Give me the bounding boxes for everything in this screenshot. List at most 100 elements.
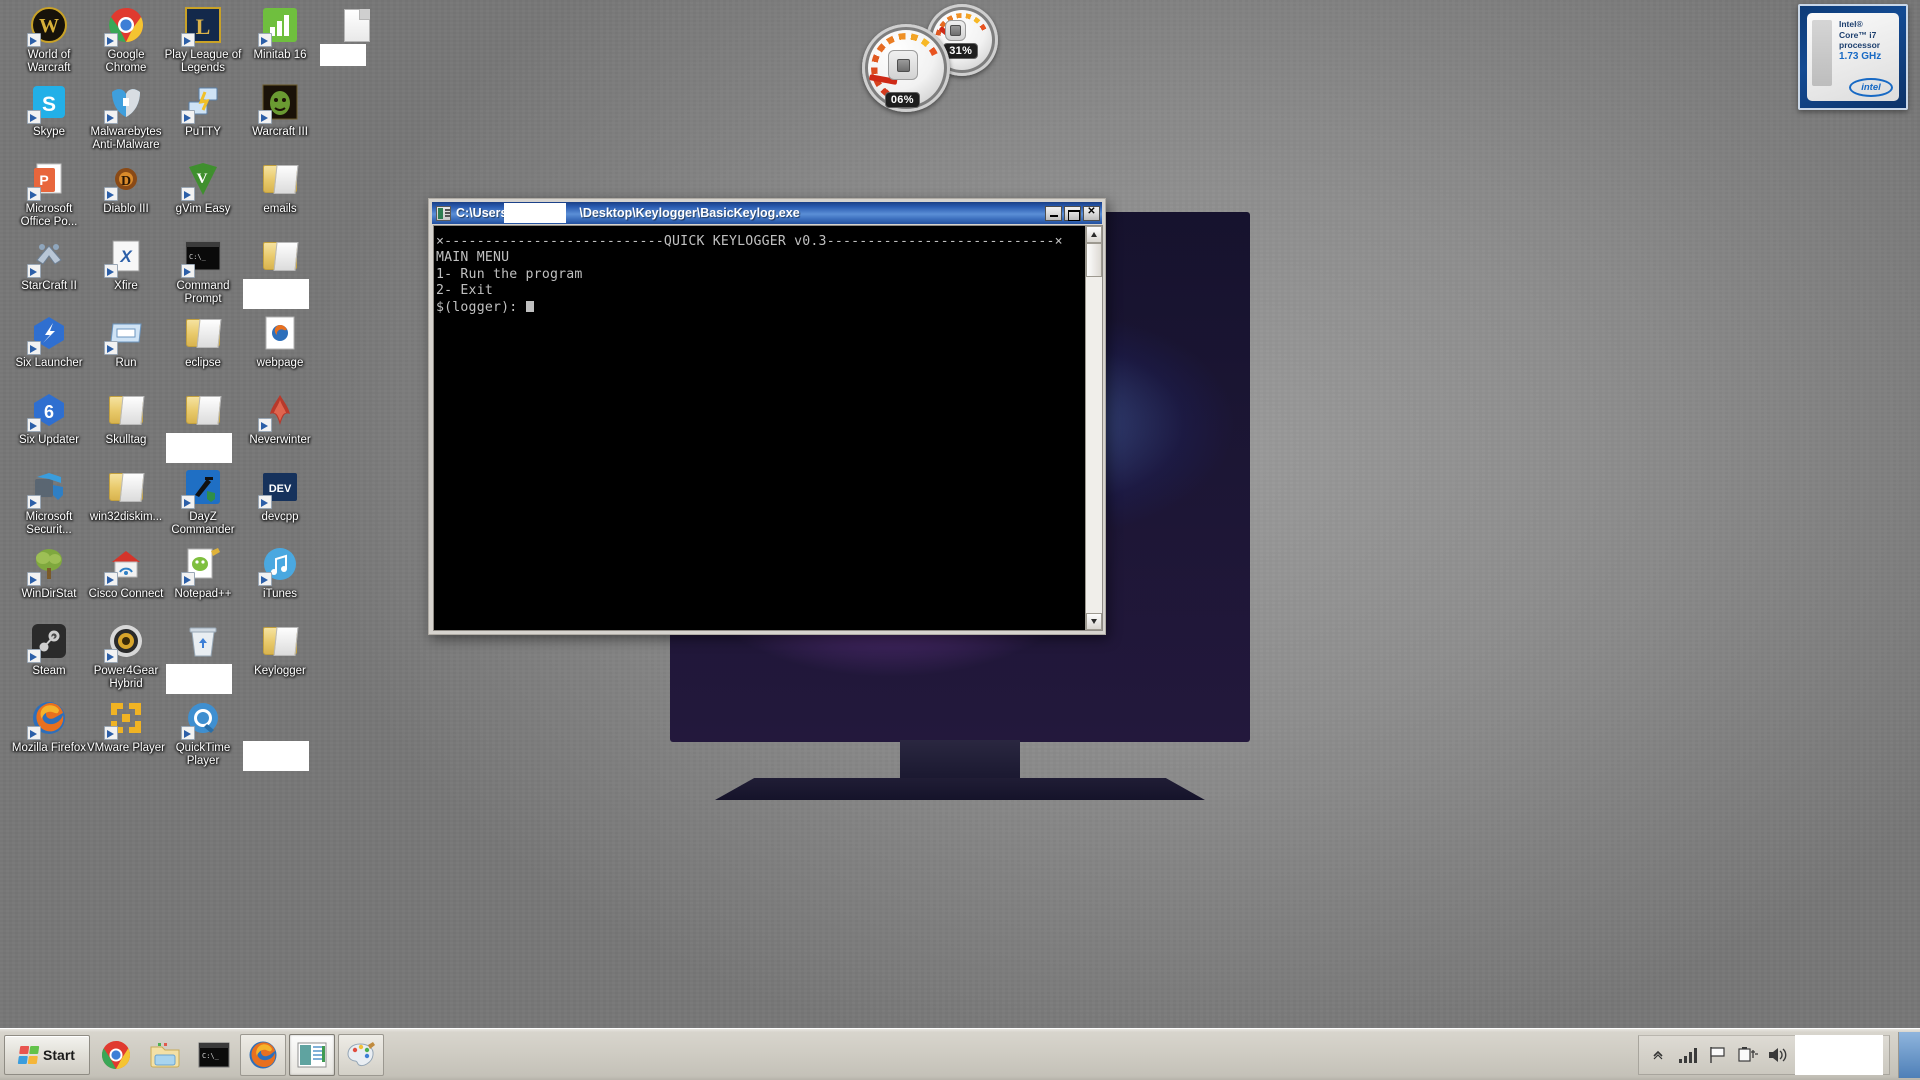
six-launcher-icon — [28, 312, 70, 354]
shortcut-arrow-icon — [27, 187, 41, 201]
console-scrollbar[interactable] — [1085, 226, 1102, 630]
desktop-icon-malwarebytes-anti-malware[interactable]: Malwarebytes Anti-Malware — [87, 81, 165, 151]
desktop-icon-label: Skype — [10, 126, 88, 139]
desktop[interactable]: WWorld of WarcraftGoogle ChromeLPlay Lea… — [0, 0, 1920, 1080]
show-desktop-button[interactable] — [1898, 1032, 1920, 1078]
desktop-icon-neverwinter[interactable]: Neverwinter — [241, 389, 319, 447]
scroll-down-button[interactable] — [1086, 613, 1102, 630]
desktop-icon-dayz-commander[interactable]: DayZ Commander — [164, 466, 242, 536]
cisco-connect-icon — [105, 543, 147, 585]
console-window[interactable]: C:\Users \Desktop\Keylogger\BasicKeylog.… — [428, 198, 1106, 635]
desktop-icon-mozilla-firefox[interactable]: Mozilla Firefox — [10, 697, 88, 755]
scrollbar-track[interactable] — [1086, 243, 1102, 613]
shortcut-arrow-icon — [258, 572, 272, 586]
desktop-icon-putty[interactable]: PuTTY — [164, 81, 242, 139]
console-body[interactable]: ×---------------------------QUICK KEYLOG… — [433, 225, 1103, 631]
scroll-up-button[interactable] — [1086, 226, 1102, 243]
desktop-icon-itunes[interactable]: iTunes — [241, 543, 319, 601]
desktop-icon-run[interactable]: Run — [87, 312, 165, 370]
volume-icon[interactable] — [1765, 1042, 1791, 1068]
cpu-gauge[interactable]: 06% — [862, 24, 950, 112]
network-signal-icon[interactable] — [1675, 1042, 1701, 1068]
start-button-label: Start — [43, 1047, 75, 1063]
desktop-icon-skype[interactable]: SSkype — [10, 81, 88, 139]
desktop-icon-eclipse[interactable]: eclipse — [164, 312, 242, 370]
desktop-icon-emails[interactable]: emails — [241, 158, 319, 216]
scrollbar-thumb[interactable] — [1086, 243, 1102, 277]
desktop-icon-xfire[interactable]: XXfire — [87, 235, 165, 293]
battery-icon[interactable] — [1735, 1042, 1761, 1068]
desktop-icon-microsoft-office-po[interactable]: P Microsoft Office Po... — [10, 158, 88, 228]
window-title-bar[interactable]: C:\Users \Desktop\Keylogger\BasicKeylog.… — [432, 202, 1102, 224]
desktop-icon-label: Mozilla Firefox — [10, 742, 88, 755]
close-button[interactable] — [1083, 206, 1100, 221]
desktop-icon-diablo-iii[interactable]: DDiablo III — [87, 158, 165, 216]
maximize-button[interactable] — [1064, 206, 1081, 221]
desktop-icon-label: eclipse — [164, 357, 242, 370]
desktop-icon-six-updater[interactable]: 6Six Updater — [10, 389, 88, 447]
desktop-icon-play-league-of-legends[interactable]: LPlay League of Legends — [164, 4, 242, 74]
desktop-icon-steam[interactable]: Steam — [10, 620, 88, 678]
desktop-icon-redacted-40[interactable] — [241, 697, 319, 742]
desktop-icon-power4gear-hybrid[interactable]: Power4Gear Hybrid — [87, 620, 165, 690]
desktop-icon-win32diskim[interactable]: win32diskim... — [87, 466, 165, 524]
desktop-icon-starcraft-ii[interactable]: StarCraft II — [10, 235, 88, 293]
explorer-taskbar-icon[interactable] — [142, 1034, 188, 1076]
console-prompt: $(logger): — [436, 300, 526, 315]
desktop-icon-world-of-warcraft[interactable]: WWorld of Warcraft — [10, 4, 88, 74]
paint-taskbar-button[interactable] — [338, 1034, 384, 1076]
label-redaction — [320, 44, 366, 66]
desktop-icon-redacted-35[interactable] — [164, 620, 242, 665]
action-center-flag-icon[interactable] — [1705, 1042, 1731, 1068]
desktop-icon-keylogger[interactable]: Keylogger — [241, 620, 319, 678]
console-cursor — [526, 301, 534, 312]
desktop-icon-quicktime-player[interactable]: QuickTime Player — [164, 697, 242, 767]
label-redaction — [166, 664, 232, 694]
chrome-taskbar-icon[interactable] — [93, 1034, 139, 1076]
resource-meter-gadget[interactable]: 31% 06% — [862, 2, 1014, 112]
desktop-icon-devcpp[interactable]: DEVdevcpp — [241, 466, 319, 524]
shortcut-arrow-icon — [27, 649, 41, 663]
powerpoint-icon: P — [28, 158, 70, 200]
firefox-icon — [28, 697, 70, 739]
start-button[interactable]: Start — [4, 1035, 90, 1075]
starcraft2-icon — [28, 235, 70, 277]
console-line-main-menu: MAIN MENU — [436, 250, 509, 265]
taskbar[interactable]: Start C:\_ — [0, 1028, 1920, 1080]
cpu-sticker-gadget[interactable]: Intel® Core™ i7 processor 1.73 GHz intel — [1798, 4, 1908, 110]
system-tray[interactable] — [1638, 1035, 1890, 1075]
power4gear-icon — [105, 620, 147, 662]
desktop-icon-vmware-player[interactable]: VMware Player — [87, 697, 165, 755]
console-output[interactable]: ×---------------------------QUICK KEYLOG… — [434, 226, 1085, 630]
minitab-icon — [259, 4, 301, 46]
desktop-icon-cisco-connect[interactable]: Cisco Connect — [87, 543, 165, 601]
shortcut-arrow-icon — [181, 187, 195, 201]
svg-text:6: 6 — [44, 402, 54, 422]
desktop-icon-notepad[interactable]: Notepad++ — [164, 543, 242, 601]
command-prompt-taskbar-icon[interactable]: C:\_ — [191, 1034, 237, 1076]
desktop-icon-label: Microsoft Office Po... — [10, 203, 88, 228]
window-title-suffix: \Desktop\Keylogger\BasicKeylog.exe — [579, 206, 799, 220]
show-hidden-icons-icon[interactable] — [1645, 1042, 1671, 1068]
wow-icon: W — [28, 4, 70, 46]
cpu-gauge-hub — [888, 50, 918, 80]
console-taskbar-button[interactable] — [289, 1034, 335, 1076]
command-prompt-icon: C:\_ — [182, 235, 224, 277]
desktop-icon-skulltag[interactable]: Skulltag — [87, 389, 165, 447]
desktop-icon-command-prompt[interactable]: C:\_Command Prompt — [164, 235, 242, 305]
desktop-icon-gvim-easy[interactable]: VgVim Easy — [164, 158, 242, 216]
desktop-icon-webpage[interactable]: webpage — [241, 312, 319, 370]
desktop-icon-redacted-4[interactable] — [318, 4, 396, 49]
desktop-icon-google-chrome[interactable]: Google Chrome — [87, 4, 165, 74]
shortcut-arrow-icon — [27, 264, 41, 278]
desktop-icon-microsoft-securit[interactable]: Microsoft Securit... — [10, 466, 88, 536]
desktop-icon-label: Malwarebytes Anti-Malware — [87, 126, 165, 151]
desktop-icon-warcraft-iii[interactable]: Warcraft III — [241, 81, 319, 139]
desktop-icon-windirstat[interactable]: WinDirStat — [10, 543, 88, 601]
desktop-icon-redacted-16[interactable] — [241, 235, 319, 280]
minimize-button[interactable] — [1045, 206, 1062, 221]
desktop-icon-six-launcher[interactable]: Six Launcher — [10, 312, 88, 370]
firefox-taskbar-button[interactable] — [240, 1034, 286, 1076]
desktop-icon-redacted-23[interactable] — [164, 389, 242, 434]
desktop-icon-minitab-16[interactable]: Minitab 16 — [241, 4, 319, 62]
